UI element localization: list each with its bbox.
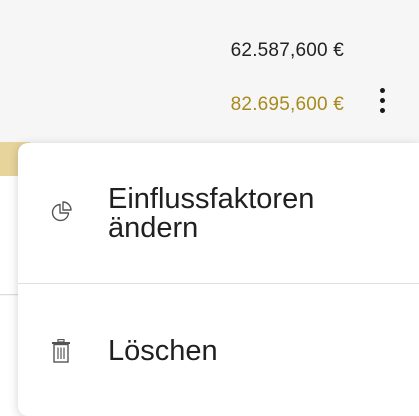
- more-vertical-icon[interactable]: [371, 80, 393, 120]
- kebab-dot: [379, 87, 385, 93]
- amount-primary: 62.587,600 €: [230, 40, 344, 61]
- menu-item-einflussfaktoren[interactable]: Einflussfaktoren ändern: [18, 143, 419, 283]
- menu-item-label: Löschen: [108, 335, 218, 367]
- menu-item-loeschen[interactable]: Löschen: [18, 284, 419, 416]
- amount-secondary: 82.695,600 €: [230, 94, 344, 115]
- menu-item-label: Einflussfaktoren ändern: [108, 183, 315, 244]
- context-menu: Einflussfaktoren ändern Löschen: [18, 143, 419, 416]
- kebab-dot: [379, 97, 385, 103]
- table-row-background: [0, 0, 419, 145]
- trash-icon: [50, 338, 72, 364]
- pie-chart-icon: [50, 199, 72, 225]
- kebab-dot: [379, 107, 385, 113]
